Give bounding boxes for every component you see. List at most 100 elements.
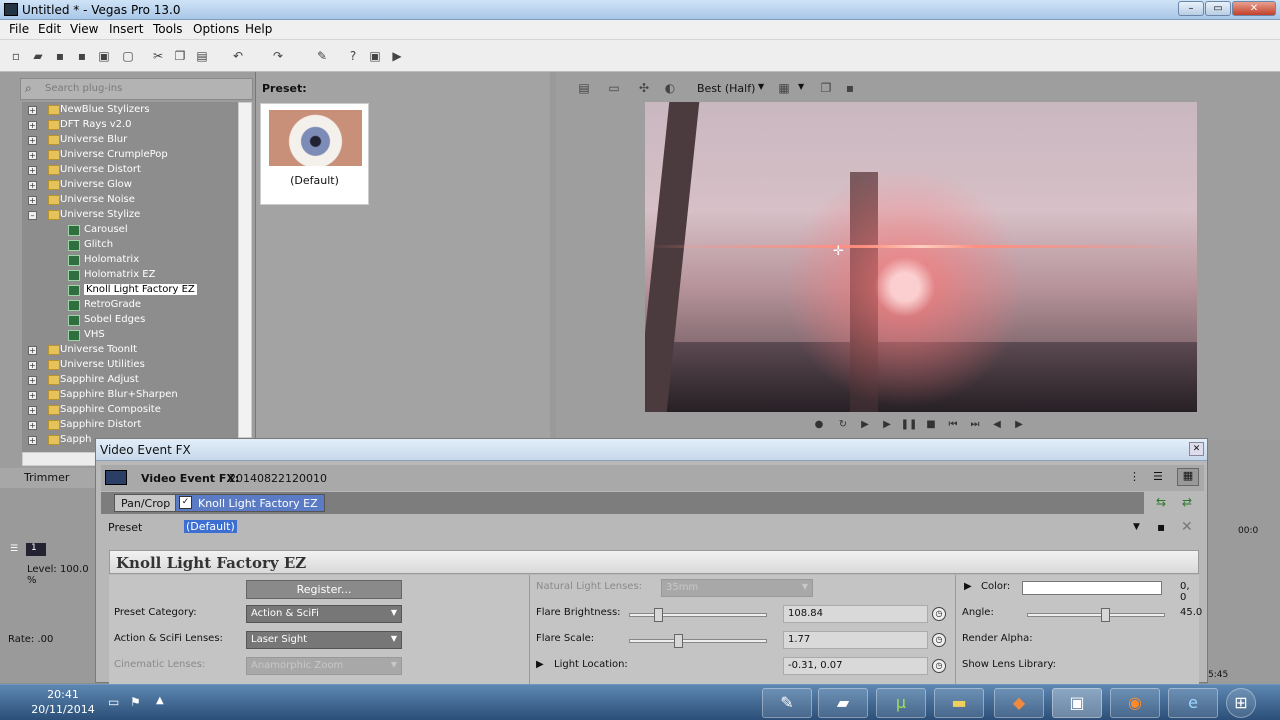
chevron-down-icon[interactable]: ▼ (758, 82, 764, 91)
keyframe-clock-icon[interactable]: ◷ (932, 633, 946, 647)
expand-icon[interactable]: + (28, 106, 37, 115)
play-icon[interactable]: ▶ (878, 419, 896, 435)
network-icon[interactable]: ▭ (108, 695, 119, 709)
pause-icon[interactable]: ❚❚ (900, 419, 918, 435)
folder-icon[interactable]: ▬ (934, 688, 984, 718)
expand-icon[interactable]: + (28, 436, 37, 445)
utorrent-icon[interactable]: µ (876, 688, 926, 718)
start-icon[interactable]: ⊞ (1226, 688, 1256, 718)
expand-icon[interactable]: + (28, 376, 37, 385)
tool-icon[interactable]: ✎ (314, 48, 330, 64)
record-icon[interactable]: ● (810, 419, 828, 435)
expand-icon[interactable]: – (28, 211, 37, 220)
whats-this-icon[interactable]: ▣ (367, 48, 383, 64)
menu-tools[interactable]: Tools (153, 22, 183, 36)
expand-icon[interactable]: + (28, 361, 37, 370)
close-icon[interactable]: ✕ (1189, 442, 1204, 456)
list-view-icon[interactable]: ☰ (1153, 470, 1163, 483)
firefox-icon[interactable]: ◉ (1110, 688, 1160, 718)
delete-preset-icon[interactable]: ✕ (1181, 519, 1193, 535)
expand-arrow-icon[interactable]: ▶ (536, 659, 544, 670)
expand-arrow-icon[interactable]: ▶ (964, 581, 972, 592)
expand-icon[interactable]: + (28, 196, 37, 205)
plugin-tree[interactable]: + NewBlue Stylizers + DFT Rays v2.0 + Univers… (22, 102, 238, 452)
slider-handle[interactable] (654, 608, 663, 622)
menu-options[interactable]: Options (193, 22, 239, 36)
angle-value[interactable]: 45.0 (1180, 607, 1202, 618)
redo-icon[interactable]: ↷ (270, 48, 286, 64)
chevron-down-icon[interactable]: ▼ (1133, 522, 1140, 532)
slider-handle[interactable] (1101, 608, 1110, 622)
menu-view[interactable]: View (70, 22, 98, 36)
help-icon[interactable]: ? (345, 48, 361, 64)
expand-icon[interactable]: + (28, 166, 37, 175)
save-icon[interactable]: ▪ (52, 48, 68, 64)
expand-icon[interactable]: + (28, 391, 37, 400)
vegas-taskbar-icon[interactable]: ▰ (818, 688, 868, 718)
external-monitor-icon[interactable]: ▭ (606, 80, 622, 96)
go-to-start-icon[interactable]: ⏮ (944, 419, 962, 435)
flare-scale-slider[interactable] (629, 634, 767, 648)
menu-edit[interactable]: Edit (38, 22, 61, 36)
keyframe-clock-icon[interactable]: ◷ (932, 607, 946, 621)
preset-dropdown[interactable] (171, 517, 1146, 539)
angle-slider[interactable] (1027, 608, 1165, 622)
expand-icon[interactable]: + (28, 121, 37, 130)
tree-vertical-scrollbar[interactable] (238, 102, 252, 438)
youtube-icon[interactable]: ▶ (389, 48, 405, 64)
show-hidden-icons-icon[interactable]: ▲ (156, 695, 164, 706)
remove-plugin-icon[interactable]: ⇄ (1182, 495, 1192, 509)
minimize-button[interactable]: – (1178, 1, 1204, 16)
copy-icon[interactable]: ❐ (172, 48, 188, 64)
new-icon[interactable]: ▫ (8, 48, 24, 64)
natural-lenses-select[interactable]: 35mm ▼ (661, 579, 813, 597)
paste-icon[interactable]: ▤ (194, 48, 210, 64)
stop-icon[interactable]: ■ (922, 419, 940, 435)
save-preset-icon[interactable]: ▪ (1157, 520, 1165, 534)
ie-icon[interactable]: e (1168, 688, 1218, 718)
expand-icon[interactable]: + (28, 136, 37, 145)
close-button[interactable]: ✕ (1232, 1, 1276, 16)
flare-brightness-slider[interactable] (629, 608, 767, 622)
cut-icon[interactable]: ✂ (150, 48, 166, 64)
play-from-start-icon[interactable]: ▶ (856, 419, 874, 435)
chain-pan-crop[interactable]: Pan/Crop (114, 494, 178, 512)
checkbox-icon[interactable]: ✓ (179, 496, 192, 509)
menu-insert[interactable]: Insert (109, 22, 143, 36)
open-icon[interactable]: ▰ (30, 48, 46, 64)
flare-scale-input[interactable]: 1.77 (783, 631, 928, 649)
plugin-chain-icon[interactable]: ⇆ (1156, 495, 1166, 509)
properties-icon[interactable]: ▢ (120, 48, 136, 64)
next-frame-icon[interactable]: ▶ (1010, 419, 1028, 435)
project-settings-icon[interactable]: ▤ (576, 80, 592, 96)
track-list-icon[interactable]: ☰ (10, 544, 18, 554)
flare-brightness-input[interactable]: 108.84 (783, 605, 928, 623)
system-clock[interactable]: 20:41 20/11/2014 (28, 687, 98, 717)
menu-help[interactable]: Help (245, 22, 272, 36)
expand-icon[interactable]: + (28, 346, 37, 355)
cinematic-lenses-select[interactable]: Anamorphic Zoom ▼ (246, 657, 402, 675)
expand-icon[interactable]: + (28, 151, 37, 160)
split-screen-icon[interactable]: ◐ (662, 80, 678, 96)
register-button[interactable]: Register... (246, 580, 402, 599)
vegas-pro-taskbar-icon[interactable]: ▣ (1052, 688, 1102, 718)
expand-icon[interactable]: + (28, 181, 37, 190)
search-plugins-input[interactable]: ⌕ Search plug-ins (20, 78, 253, 100)
undo-icon[interactable]: ↶ (230, 48, 246, 64)
pinned-app-icon[interactable]: ✎ (762, 688, 812, 718)
flag-icon[interactable]: ⚑ (130, 695, 141, 709)
preset-category-select[interactable]: Action & SciFi ▼ (246, 605, 402, 623)
more-icon[interactable]: ⋮ (1129, 470, 1140, 483)
previous-frame-icon[interactable]: ◀ (988, 419, 1006, 435)
preview-quality-select[interactable]: Best (Half) (697, 82, 755, 95)
expand-icon[interactable]: + (28, 421, 37, 430)
overlays-icon[interactable]: ▦ (776, 80, 792, 96)
save-as-icon[interactable]: ▪ (74, 48, 90, 64)
render-icon[interactable]: ▣ (96, 48, 112, 64)
light-location-input[interactable]: -0.31, 0.07 (783, 657, 928, 675)
video-frame[interactable] (645, 102, 1197, 412)
chevron-down-icon[interactable]: ▼ (798, 82, 804, 91)
expand-icon[interactable]: + (28, 406, 37, 415)
copy-snapshot-icon[interactable]: ❐ (818, 80, 834, 96)
go-to-end-icon[interactable]: ⏭ (966, 419, 984, 435)
